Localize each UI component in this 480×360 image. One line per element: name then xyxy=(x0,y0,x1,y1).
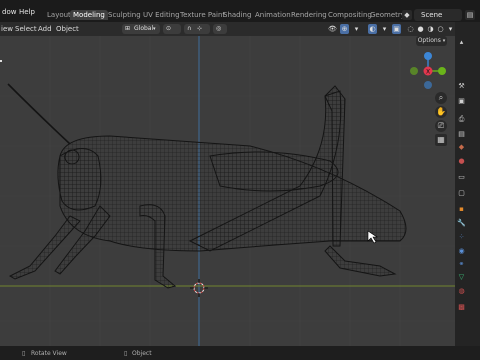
constraints-icon[interactable]: ⚭ xyxy=(457,260,466,269)
camera-icon[interactable]: ⎚ xyxy=(435,120,447,132)
gizmo-z-ball[interactable] xyxy=(424,52,432,60)
tab-shading[interactable]: Shading xyxy=(220,10,254,20)
object-icon[interactable]: ▪ xyxy=(457,205,466,214)
tab-sculpting[interactable]: Sculpting xyxy=(105,10,144,20)
render-icon[interactable]: ▣ xyxy=(457,97,466,106)
transform-orientation-dropdown[interactable]: ⊞ Global ▾ xyxy=(122,24,160,34)
pan-hand-icon[interactable]: ✋ xyxy=(435,106,447,118)
viewport-scene xyxy=(0,36,455,346)
grasshopper-mesh[interactable] xyxy=(7,83,407,289)
options-dropdown[interactable]: Options ▾ xyxy=(416,36,447,46)
grid-icon[interactable]: ▦ xyxy=(435,134,447,146)
menu-help[interactable]: Help xyxy=(19,8,35,16)
particles-icon[interactable]: ⁘ xyxy=(457,233,466,242)
proportional-editing-toggle[interactable]: ◎ xyxy=(213,24,227,34)
status-bar: ▯ Rotate View ▯ Object xyxy=(0,346,480,360)
overlays-toggle-icon[interactable]: ◐ xyxy=(368,24,377,34)
view-layer-icon[interactable]: ▤ xyxy=(457,130,466,139)
gizmo-neg-y-ball[interactable] xyxy=(410,67,418,75)
scene-icon[interactable]: ◆ xyxy=(402,10,412,20)
chevron-down-icon: ▾ xyxy=(153,26,156,32)
texture-icon[interactable]: ▩ xyxy=(457,303,466,312)
data-icon[interactable]: ▽ xyxy=(457,273,466,282)
navigation-gizmo[interactable]: X xyxy=(404,50,454,94)
shading-rendered-icon[interactable]: ○ xyxy=(436,24,445,34)
scene-selector[interactable]: Scene xyxy=(414,9,462,21)
tool-icon[interactable]: ⚒ xyxy=(457,82,466,91)
mouse-icon: ▯ xyxy=(22,350,26,357)
orientation-icon: ⊞ xyxy=(125,25,131,32)
world-icon[interactable]: ● xyxy=(457,157,466,166)
gizmo-dropdown-icon[interactable]: ▾ xyxy=(352,24,361,34)
gizmo-y-ball[interactable] xyxy=(438,67,446,75)
zoom-icon[interactable]: ⌕ xyxy=(435,92,447,104)
overlays-dropdown-icon[interactable]: ▾ xyxy=(380,24,389,34)
shading-wireframe-icon[interactable]: ◌ xyxy=(406,24,415,34)
snap-target-icon: ⊹ xyxy=(197,25,203,32)
menu-object[interactable]: Object xyxy=(56,25,79,33)
pivot-point-dropdown[interactable]: ⊙ xyxy=(163,24,181,34)
gizmo-neg-z-ball[interactable] xyxy=(424,81,432,89)
shading-dropdown-icon[interactable]: ▾ xyxy=(446,24,455,34)
object-data-icon[interactable]: ▢ xyxy=(457,189,466,198)
magnet-icon: ∩ xyxy=(187,25,192,32)
properties-sidebar xyxy=(455,22,480,346)
chevron-down-icon: ▾ xyxy=(442,38,446,44)
status-object: Object xyxy=(132,350,152,357)
gizmo-x-label: X xyxy=(426,69,430,76)
options-label: Options xyxy=(417,37,441,44)
material-icon[interactable]: ◍ xyxy=(457,287,466,296)
physics-icon[interactable]: ◉ xyxy=(457,247,466,256)
scene-label: Scene xyxy=(421,11,443,19)
menu-window[interactable]: dow xyxy=(2,8,16,16)
status-rotate-view: Rotate View xyxy=(31,350,67,357)
mouse-icon: ▯ xyxy=(124,350,128,357)
origin-marker xyxy=(0,60,2,62)
tab-rendering[interactable]: Rendering xyxy=(288,10,330,20)
visibility-icon[interactable]: 👁 xyxy=(328,24,337,34)
proportional-icon: ◎ xyxy=(216,25,222,32)
modifier-icon[interactable]: 🔧 xyxy=(457,219,466,228)
menu-view[interactable]: iew xyxy=(1,25,13,33)
pivot-icon: ⊙ xyxy=(166,25,172,32)
collapse-arrow-icon[interactable]: ▴ xyxy=(457,38,466,47)
orientation-label: Global xyxy=(134,25,154,32)
menu-select[interactable]: Select xyxy=(15,25,37,33)
menu-add[interactable]: Add xyxy=(38,25,52,33)
snap-toggle[interactable]: ∩ ⊹ xyxy=(184,24,210,34)
viewport-gizmo-toggle-icon[interactable]: ⊕ xyxy=(340,24,349,34)
shading-material-icon[interactable]: ◑ xyxy=(426,24,435,34)
tab-modeling[interactable]: Modeling xyxy=(70,10,108,20)
3d-viewport[interactable] xyxy=(0,36,455,346)
shading-solid-icon[interactable]: ● xyxy=(416,24,425,34)
output-icon[interactable]: ⎙ xyxy=(457,115,466,124)
collection-icon[interactable]: ▭ xyxy=(457,173,466,182)
viewport-header: iew Select Add Object ⊞ Global ▾ ⊙ ∩ ⊹ ◎… xyxy=(0,22,455,36)
scene-props-icon[interactable]: ◆ xyxy=(457,143,466,152)
top-bar: dow Help Layout Modeling Sculpting UV Ed… xyxy=(0,0,480,22)
xray-toggle-icon[interactable]: ▣ xyxy=(392,24,401,34)
copy-scene-icon[interactable]: ▤ xyxy=(465,10,475,20)
